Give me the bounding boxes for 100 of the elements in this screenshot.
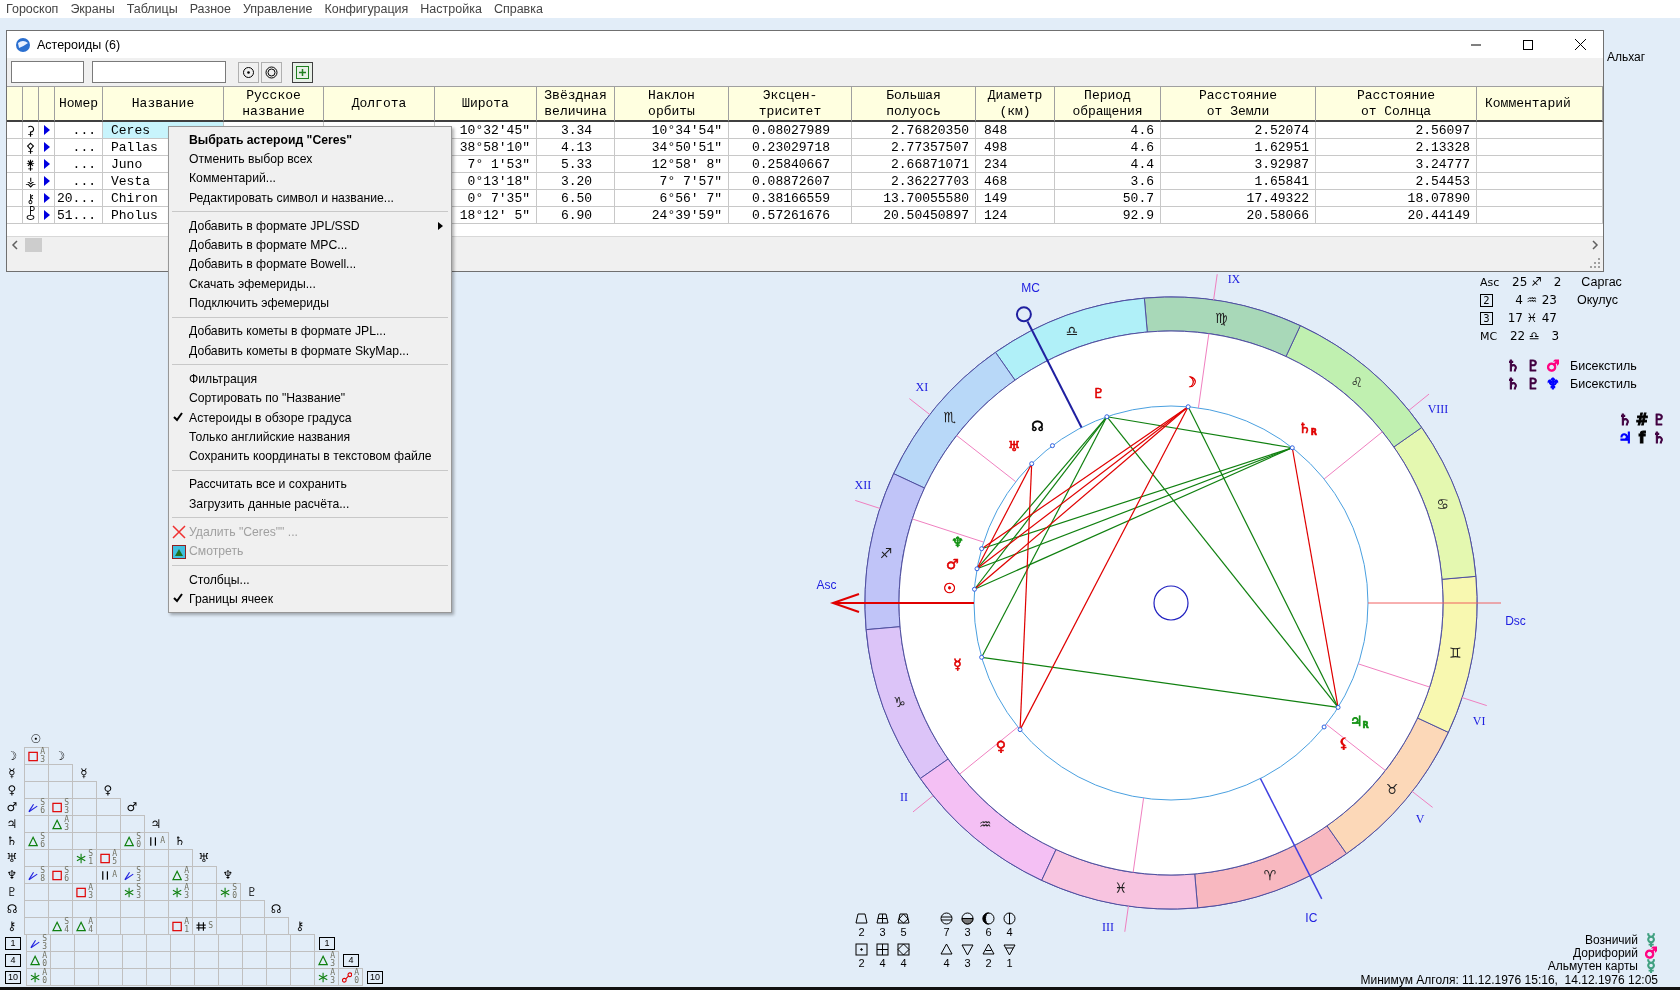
row-selector-cell[interactable] [7,139,23,156]
table-cell: 6°56' 7" [615,190,729,207]
menu-item[interactable]: Рассчитать все и сохранить [169,474,451,495]
row-selector-cell[interactable] [7,190,23,207]
column-header[interactable]: Звёздная величина [537,87,615,122]
menu-item[interactable]: Только английские названия [169,427,451,447]
row-selector-cell[interactable] [7,156,23,173]
globe-icon [15,36,31,53]
search-field[interactable] [92,61,226,83]
column-header[interactable] [39,87,55,122]
column-header[interactable]: Номер [55,87,103,122]
orb-tag: S0 [136,833,141,849]
menu-item[interactable]: Гороскоп [0,2,65,16]
table-cell: 2.54453 [1316,173,1477,190]
column-header[interactable]: Диаметр (км) [976,87,1055,122]
menu-item[interactable]: Разное [183,2,237,16]
row-selector-cell[interactable] [7,173,23,190]
planet-label: ☊ [5,900,19,917]
add-button[interactable] [292,61,313,83]
table-cell: 2.52074 [1161,122,1316,139]
column-header[interactable]: Расстояние от Земли [1161,87,1316,122]
trapezoid-icon [855,912,868,925]
triangle-aspect-icon [28,835,39,847]
column-header[interactable]: Период обращения [1055,87,1161,122]
house-box-label: 10 [5,971,21,984]
note-label: Возничий [1584,932,1638,947]
table-cell: 498 [976,139,1055,156]
column-header[interactable]: Расстояние от Солнца [1316,87,1477,122]
menu-item[interactable]: Конфигурация [318,2,415,16]
planet-glyph: ♄ [1506,357,1520,375]
menu-item[interactable]: Добавить в формате Bowell... [169,254,451,275]
figure-count: 4 [943,956,950,970]
opposition-icon [342,971,353,983]
resize-grip-icon[interactable] [1590,258,1600,268]
menu-item[interactable]: Сортировать по "Название" [169,388,451,408]
column-header[interactable]: Комментарий [1477,87,1603,122]
column-header[interactable]: Русское название [224,87,324,122]
menu-item[interactable]: Добавить в формате MPC... [169,235,451,255]
column-header[interactable]: Наклон орбиты [615,87,729,122]
menu-item[interactable]: Сохранить координаты в текстовом файле [169,446,451,466]
table-cell: 3.20 [537,173,615,190]
menu-item[interactable]: Фильтрация [169,369,451,389]
column-header[interactable]: Эксцен- триситет [729,87,852,122]
figure-count: 4 [1006,925,1013,939]
planet-glyph: ♇ [1652,411,1666,429]
orb-tag: S3 [64,799,69,815]
table-cell: 1.65841 [1161,173,1316,190]
menu-item[interactable]: Скачать эфемериды... [169,274,451,294]
parallel-icon [100,869,111,881]
aspect-cell [96,798,121,816]
menu-item[interactable]: Столбцы... [169,569,451,590]
planet-label: ♀ [6,781,18,798]
input-field[interactable] [11,61,84,83]
orb-tag: A4 [88,918,93,934]
table-cell: 34°50'51" [615,139,729,156]
planet-label: ♅ [5,849,19,866]
square-aspect-icon [52,801,63,813]
orb-tag: A3 [330,969,335,985]
table-cell: ... [55,173,103,190]
sun-toggle-button[interactable] [238,61,259,83]
house-box-label: 1 [319,937,335,950]
menu-item[interactable]: Добавить кометы в формате JPL... [169,321,451,341]
orb-tag: A3 [64,816,69,832]
split-circle-icon [982,912,995,925]
table-cell: 4.6 [1055,122,1161,139]
planet-glyph: ☿ [953,656,962,673]
menu-item[interactable]: Подключить эфемериды [169,293,451,313]
scrollbar-thumb[interactable] [25,238,42,252]
planet-glyph: ♂ [946,556,959,573]
planet-label: ⚷ [294,917,306,934]
table-cell: 7° 7'57" [615,173,729,190]
menu-item[interactable]: Загрузить данные расчёта... [169,494,451,514]
aspect-cell [264,917,289,935]
menu-item[interactable]: Экраны [64,2,121,16]
menu-item[interactable]: Границы ячеек [169,589,451,609]
table-cell: 0.08027989 [729,122,852,139]
menu-item[interactable]: Настройка [414,2,488,16]
planet-glyph: ☽ [1184,373,1197,390]
column-header[interactable]: Широта [435,87,537,122]
menu-item[interactable]: Таблицы [120,2,184,16]
table-cell: 848 [976,122,1055,139]
square-aspect-icon [172,920,183,932]
row-selector-cell[interactable] [7,122,23,139]
orb-tag: A3 [88,884,93,900]
menu-item[interactable]: Управление [236,2,319,16]
menu-item[interactable]: Справка [487,2,549,16]
column-header[interactable]: Название [103,87,224,122]
menu-item[interactable]: Астероиды в обзоре градуса [169,407,451,428]
cusp-degree: 25 [1511,275,1528,289]
menu-item[interactable]: Добавить кометы в формате SkyMap... [169,340,451,361]
column-header[interactable] [23,87,39,122]
table-cell: 234 [976,156,1055,173]
column-header[interactable] [7,87,23,122]
zodiac-sign: ♉ [1386,780,1399,797]
zodiac-sign: ♐ [880,544,893,561]
circle-toggle-button[interactable] [261,61,282,83]
row-selector-cell[interactable] [7,207,23,224]
column-header[interactable]: Долгота [324,87,435,122]
column-header[interactable]: Большая полуось [852,87,976,122]
house-label: MC [1021,280,1040,295]
